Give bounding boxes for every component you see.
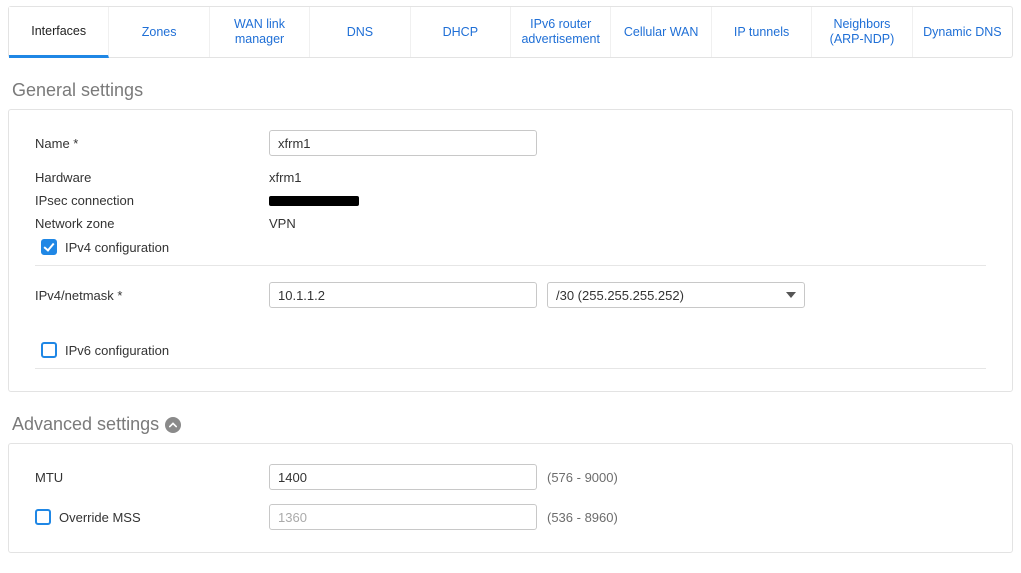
tab-dynamic-dns[interactable]: Dynamic DNS xyxy=(913,7,1012,57)
mss-hint: (536 - 8960) xyxy=(547,510,618,525)
netmask-select[interactable]: /30 (255.255.255.252) xyxy=(547,282,805,308)
divider xyxy=(35,265,986,266)
advanced-settings-title[interactable]: Advanced settings xyxy=(12,414,1013,435)
hardware-label: Hardware xyxy=(35,170,269,185)
general-settings-title: General settings xyxy=(12,80,1013,101)
collapse-icon[interactable] xyxy=(165,417,181,433)
ipsec-connection-value-redacted xyxy=(269,196,359,206)
network-tabs: Interfaces Zones WAN link manager DNS DH… xyxy=(8,6,1013,58)
override-mss-label: Override MSS xyxy=(59,510,141,525)
mss-input xyxy=(269,504,537,530)
ipv6-configuration-label: IPv6 configuration xyxy=(65,343,169,358)
tab-ip-tunnels[interactable]: IP tunnels xyxy=(712,7,812,57)
advanced-settings-title-text: Advanced settings xyxy=(12,414,159,435)
network-zone-label: Network zone xyxy=(35,216,269,231)
mtu-input[interactable] xyxy=(269,464,537,490)
netmask-selected-value: /30 (255.255.255.252) xyxy=(556,288,684,303)
name-label: Name * xyxy=(35,136,269,151)
network-zone-value: VPN xyxy=(269,216,296,231)
ipv4-configuration-checkbox[interactable] xyxy=(41,239,57,255)
tab-dhcp[interactable]: DHCP xyxy=(411,7,511,57)
general-settings-panel: Name * Hardware xfrm1 IPsec connection N… xyxy=(8,109,1013,392)
override-mss-checkbox[interactable] xyxy=(35,509,51,525)
ipv6-configuration-checkbox[interactable] xyxy=(41,342,57,358)
ipv4-configuration-label: IPv4 configuration xyxy=(65,240,169,255)
chevron-down-icon xyxy=(786,292,796,298)
tab-cellular-wan[interactable]: Cellular WAN xyxy=(611,7,711,57)
mtu-hint: (576 - 9000) xyxy=(547,470,618,485)
divider xyxy=(35,368,986,369)
tab-neighbors[interactable]: Neighbors (ARP-NDP) xyxy=(812,7,912,57)
name-input[interactable] xyxy=(269,130,537,156)
ipv4-netmask-label: IPv4/netmask * xyxy=(35,288,269,303)
hardware-value: xfrm1 xyxy=(269,170,302,185)
tab-dns[interactable]: DNS xyxy=(310,7,410,57)
tab-zones[interactable]: Zones xyxy=(109,7,209,57)
tab-wan-link-manager[interactable]: WAN link manager xyxy=(210,7,310,57)
tab-ipv6-router-advertisement[interactable]: IPv6 router advertisement xyxy=(511,7,611,57)
ipv4-address-input[interactable] xyxy=(269,282,537,308)
mtu-label: MTU xyxy=(35,470,269,485)
advanced-settings-panel: MTU (576 - 9000) Override MSS (536 - 896… xyxy=(8,443,1013,553)
tab-interfaces[interactable]: Interfaces xyxy=(9,7,109,58)
ipsec-connection-label: IPsec connection xyxy=(35,193,269,208)
